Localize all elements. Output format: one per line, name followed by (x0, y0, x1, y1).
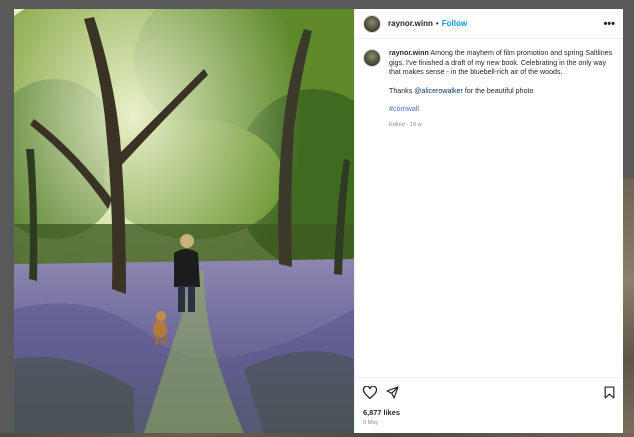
more-horizontal-icon[interactable]: ••• (603, 18, 615, 30)
bookmark-icon[interactable] (604, 385, 615, 399)
header-username[interactable]: raynor.winn (388, 19, 433, 28)
caption-username[interactable]: raynor.winn (389, 49, 429, 57)
hashtag-line: #cornwall (389, 105, 615, 115)
action-row (363, 384, 615, 400)
avatar[interactable] (363, 14, 381, 33)
send-icon[interactable] (386, 385, 399, 399)
heart-icon[interactable] (363, 385, 377, 399)
comments-area: raynor.winn Among the mayhem of film pro… (355, 39, 623, 377)
post-photo[interactable] (14, 9, 354, 433)
hashtag-link[interactable]: #cornwall (389, 105, 419, 113)
caption-paragraph: raynor.winn Among the mayhem of film pro… (389, 49, 615, 78)
caption-thanks: Thanks @alicerowalker for the beautiful … (389, 87, 615, 97)
caption-body: raynor.winn Among the mayhem of film pro… (389, 49, 615, 131)
caption: raynor.winn Among the mayhem of film pro… (363, 49, 615, 131)
likes-count[interactable]: 6,877 likes (363, 408, 615, 417)
post-date: 9 May (363, 420, 379, 426)
post-modal: raynor.winn • Follow ••• raynor.winn Amo… (14, 9, 623, 433)
caption-avatar[interactable] (363, 49, 381, 67)
thanks-prefix: Thanks (389, 86, 415, 95)
post-actions: 6,877 likes 9 May (355, 377, 623, 433)
post-side-panel: raynor.winn • Follow ••• raynor.winn Amo… (354, 9, 623, 433)
post-header: raynor.winn • Follow ••• (355, 9, 623, 39)
woodland-photo-illustration (14, 9, 354, 433)
backdrop-page-edge-bottom (0, 433, 634, 437)
edited-timestamp: Edited · 10 w (389, 121, 422, 128)
thanks-suffix: for the beautiful photo (462, 86, 534, 95)
backdrop-page-edge (622, 178, 634, 437)
mention-link[interactable]: @alicerowalker (414, 87, 463, 95)
header-separator: • (435, 19, 439, 28)
follow-button[interactable]: Follow (442, 19, 467, 28)
